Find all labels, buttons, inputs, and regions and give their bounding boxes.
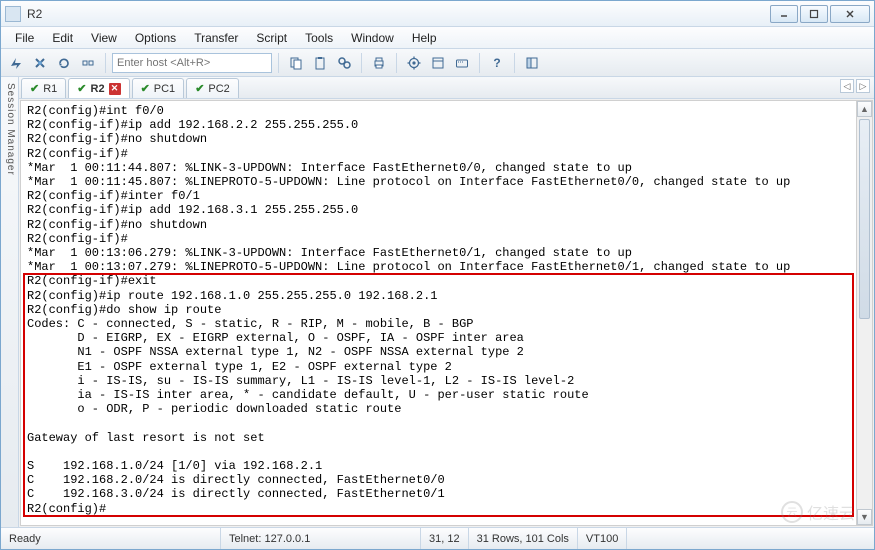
host-input-field[interactable] [117,57,267,69]
check-icon: ✔ [195,82,204,95]
statusbar: Ready Telnet: 127.0.0.1 31, 12 31 Rows, … [1,527,874,549]
quick-connect-icon[interactable] [5,52,27,74]
menu-options[interactable]: Options [127,29,184,47]
status-connection: Telnet: 127.0.0.1 [221,528,421,549]
minimize-button[interactable] [770,5,798,23]
menu-transfer[interactable]: Transfer [186,29,246,47]
tabbar: ✔ R1 ✔ R2 ✕ ✔ PC1 ✔ PC2 ◁ ▷ [19,77,874,99]
tab-label: R2 [91,83,105,95]
help-icon[interactable]: ? [486,52,508,74]
tab-next-icon[interactable]: ▷ [856,79,870,93]
titlebar[interactable]: R2 [1,1,874,27]
reconnect-icon[interactable] [53,52,75,74]
menu-view[interactable]: View [83,29,125,47]
session-manager-panel[interactable]: Session Manager [1,77,19,527]
tab-label: PC2 [208,83,229,95]
disconnect-icon[interactable] [77,52,99,74]
vertical-scrollbar[interactable]: ▲ ▼ [856,101,872,525]
app-icon [5,6,21,22]
check-icon: ✔ [141,82,150,95]
terminal-area[interactable]: R2(config)#int f0/0 R2(config-if)#ip add… [20,100,873,526]
scroll-down-icon[interactable]: ▼ [857,509,872,525]
status-ready: Ready [1,528,221,549]
status-cursor: 31, 12 [421,528,469,549]
menu-file[interactable]: File [7,29,42,47]
scroll-thumb[interactable] [859,119,870,319]
menu-tools[interactable]: Tools [297,29,341,47]
find-icon[interactable] [333,52,355,74]
close-tab-icon[interactable]: ✕ [109,83,121,95]
paste-icon[interactable] [309,52,331,74]
tab-r2[interactable]: ✔ R2 ✕ [68,78,129,98]
tab-pc1[interactable]: ✔ PC1 [132,78,185,98]
tab-label: R1 [43,83,57,95]
tab-r1[interactable]: ✔ R1 [21,78,66,98]
menubar: File Edit View Options Transfer Script T… [1,27,874,49]
menu-help[interactable]: Help [404,29,445,47]
terminal-output[interactable]: R2(config)#int f0/0 R2(config-if)#ip add… [21,101,856,525]
toggle-pane-icon[interactable] [521,52,543,74]
toolbar: ? [1,49,874,77]
status-emulation: VT100 [578,528,627,549]
scroll-up-icon[interactable]: ▲ [857,101,872,117]
menu-edit[interactable]: Edit [44,29,81,47]
tab-pc2[interactable]: ✔ PC2 [186,78,239,98]
session-options-icon[interactable] [427,52,449,74]
menu-script[interactable]: Script [248,29,295,47]
check-icon: ✔ [77,82,86,95]
print-icon[interactable] [368,52,390,74]
window-title: R2 [27,7,770,21]
options-icon[interactable] [403,52,425,74]
copy-icon[interactable] [285,52,307,74]
status-size: 31 Rows, 101 Cols [469,528,578,549]
close-button[interactable] [830,5,870,23]
app-window: R2 File Edit View Options Transfer Scrip… [0,0,875,550]
connect-icon[interactable] [29,52,51,74]
menu-window[interactable]: Window [343,29,402,47]
tab-prev-icon[interactable]: ◁ [840,79,854,93]
host-input[interactable] [112,53,272,73]
check-icon: ✔ [30,82,39,95]
maximize-button[interactable] [800,5,828,23]
keymap-icon[interactable] [451,52,473,74]
tab-label: PC1 [154,83,175,95]
